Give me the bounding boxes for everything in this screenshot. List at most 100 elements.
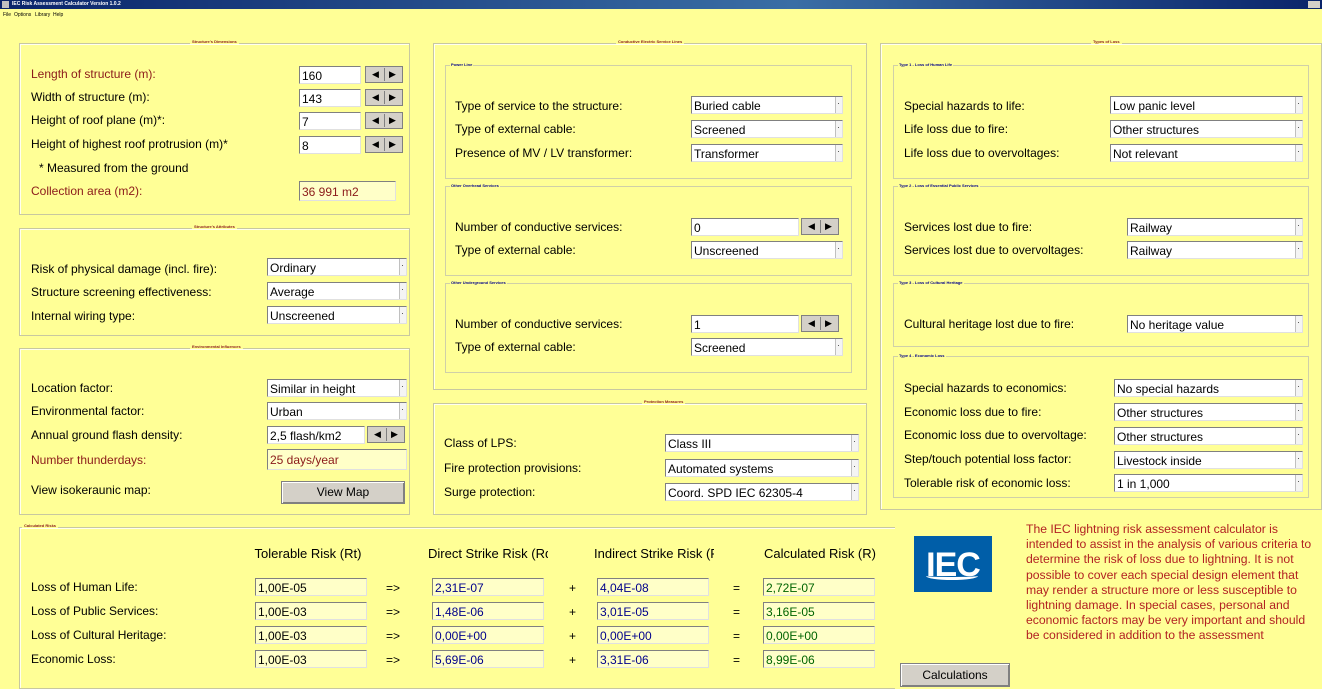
dropdown-arrow-icon[interactable] bbox=[851, 435, 858, 451]
ug-cable-value: Screened bbox=[694, 341, 746, 355]
lps-select[interactable]: Class III bbox=[665, 434, 859, 452]
calculated-risk-value: 8,99E-06 bbox=[763, 650, 875, 668]
oh-count-spinner[interactable]: ◀ ▶ bbox=[801, 218, 839, 235]
dropdown-arrow-icon[interactable] bbox=[1295, 428, 1302, 444]
arrow-operator: => bbox=[386, 605, 401, 619]
life-fire-select[interactable]: Other structures bbox=[1110, 120, 1303, 138]
ug-cable-select[interactable]: Screened bbox=[691, 338, 843, 356]
right-arrow-icon[interactable]: ▶ bbox=[384, 138, 401, 151]
length-spinner[interactable]: ◀ ▶ bbox=[365, 66, 403, 83]
equals-operator: = bbox=[733, 581, 741, 595]
direct-risk-value: 0,00E+00 bbox=[432, 626, 544, 644]
dropdown-arrow-icon[interactable] bbox=[1295, 452, 1302, 468]
ug-count-input[interactable]: 1 bbox=[691, 315, 799, 333]
dropdown-arrow-icon[interactable] bbox=[1295, 97, 1302, 113]
plus-operator: + bbox=[569, 653, 577, 667]
service-type-select[interactable]: Buried cable bbox=[691, 96, 843, 114]
left-arrow-icon[interactable]: ◀ bbox=[367, 114, 385, 127]
header-direct: Direct Strike Risk (Rd) bbox=[428, 546, 548, 561]
menu-options[interactable]: Options bbox=[14, 12, 31, 18]
indirect-risk-value: 3,01E-05 bbox=[597, 602, 709, 620]
eco-ov-select[interactable]: Other structures bbox=[1114, 427, 1303, 445]
svc-ov-select[interactable]: Railway bbox=[1127, 241, 1303, 259]
fire-protection-select[interactable]: Automated systems bbox=[665, 459, 859, 477]
right-arrow-icon[interactable]: ▶ bbox=[386, 428, 403, 441]
oh-count-input[interactable]: 0 bbox=[691, 218, 799, 236]
dropdown-arrow-icon[interactable] bbox=[1295, 219, 1302, 235]
menu-help[interactable]: Help bbox=[53, 12, 63, 18]
dropdown-arrow-icon[interactable] bbox=[851, 460, 858, 476]
dropdown-arrow-icon[interactable] bbox=[835, 242, 842, 258]
roof-height-input[interactable]: 7 bbox=[299, 112, 361, 130]
left-arrow-icon[interactable]: ◀ bbox=[803, 317, 821, 330]
view-map-button[interactable]: View Map bbox=[281, 481, 405, 504]
width-spinner[interactable]: ◀ ▶ bbox=[365, 89, 403, 106]
close-button[interactable] bbox=[1308, 1, 1320, 8]
step-touch-select[interactable]: Livestock inside bbox=[1114, 451, 1303, 469]
left-arrow-icon[interactable]: ◀ bbox=[367, 68, 385, 81]
eco-hazards-select[interactable]: No special hazards bbox=[1114, 379, 1303, 397]
ug-cable-label: Type of external cable: bbox=[455, 340, 576, 354]
length-input[interactable]: 160 bbox=[299, 66, 361, 84]
dropdown-arrow-icon[interactable] bbox=[1295, 121, 1302, 137]
ug-count-spinner[interactable]: ◀ ▶ bbox=[801, 315, 839, 332]
right-arrow-icon[interactable]: ▶ bbox=[820, 220, 837, 233]
dropdown-arrow-icon[interactable] bbox=[835, 145, 842, 161]
dropdown-arrow-icon[interactable] bbox=[399, 307, 406, 323]
flash-density-spinner[interactable]: ◀ ▶ bbox=[367, 426, 405, 443]
left-arrow-icon[interactable]: ◀ bbox=[367, 138, 385, 151]
risk-damage-select[interactable]: Ordinary bbox=[267, 258, 407, 276]
left-arrow-icon[interactable]: ◀ bbox=[369, 428, 387, 441]
dropdown-arrow-icon[interactable] bbox=[399, 380, 406, 396]
oh-cable-select[interactable]: Unscreened bbox=[691, 241, 843, 259]
screening-select[interactable]: Average bbox=[267, 282, 407, 300]
width-input[interactable]: 143 bbox=[299, 89, 361, 107]
dropdown-arrow-icon[interactable] bbox=[1295, 380, 1302, 396]
heritage-value: No heritage value bbox=[1130, 318, 1225, 332]
dropdown-arrow-icon[interactable] bbox=[835, 121, 842, 137]
dropdown-arrow-icon[interactable] bbox=[1295, 404, 1302, 420]
protrusion-spinner[interactable]: ◀ ▶ bbox=[365, 136, 403, 153]
tolerable-risk-value: 1,00E-03 bbox=[255, 602, 367, 620]
dropdown-arrow-icon[interactable] bbox=[835, 97, 842, 113]
equals-operator: = bbox=[733, 629, 741, 643]
dropdown-arrow-icon[interactable] bbox=[1295, 242, 1302, 258]
menu-library[interactable]: Library bbox=[35, 12, 50, 18]
right-arrow-icon[interactable]: ▶ bbox=[384, 114, 401, 127]
dropdown-arrow-icon[interactable] bbox=[399, 283, 406, 299]
header-indirect: Indirect Strike Risk (Ri) bbox=[594, 546, 714, 561]
surge-select[interactable]: Coord. SPD IEC 62305-4 bbox=[665, 483, 859, 501]
left-arrow-icon[interactable]: ◀ bbox=[367, 91, 385, 104]
dropdown-arrow-icon[interactable] bbox=[851, 484, 858, 500]
location-select[interactable]: Similar in height bbox=[267, 379, 407, 397]
dropdown-arrow-icon[interactable] bbox=[835, 339, 842, 355]
tolerable-eco-select[interactable]: 1 in 1,000 bbox=[1114, 474, 1303, 492]
calculations-button[interactable]: Calculations bbox=[900, 663, 1010, 687]
dropdown-arrow-icon[interactable] bbox=[399, 403, 406, 419]
roof-height-spinner[interactable]: ◀ ▶ bbox=[365, 112, 403, 129]
right-arrow-icon[interactable]: ▶ bbox=[384, 91, 401, 104]
app-icon bbox=[2, 1, 9, 8]
eco-hazards-label: Special hazards to economics: bbox=[904, 381, 1067, 395]
heritage-select[interactable]: No heritage value bbox=[1127, 315, 1303, 333]
right-arrow-icon[interactable]: ▶ bbox=[820, 317, 837, 330]
eco-fire-select[interactable]: Other structures bbox=[1114, 403, 1303, 421]
wiring-select[interactable]: Unscreened bbox=[267, 306, 407, 324]
env-factor-select[interactable]: Urban bbox=[267, 402, 407, 420]
dropdown-arrow-icon[interactable] bbox=[1295, 316, 1302, 332]
eco-ov-label: Economic loss due to overvoltage: bbox=[904, 428, 1087, 442]
collection-area-value: 36 991 m2 bbox=[299, 181, 396, 201]
flash-density-input[interactable]: 2,5 flash/km2 bbox=[267, 426, 365, 444]
left-arrow-icon[interactable]: ◀ bbox=[803, 220, 821, 233]
right-arrow-icon[interactable]: ▶ bbox=[384, 68, 401, 81]
dropdown-arrow-icon[interactable] bbox=[1295, 145, 1302, 161]
transformer-select[interactable]: Transformer bbox=[691, 144, 843, 162]
dropdown-arrow-icon[interactable] bbox=[399, 259, 406, 275]
ext-cable-select[interactable]: Screened bbox=[691, 120, 843, 138]
life-ov-select[interactable]: Not relevant bbox=[1110, 144, 1303, 162]
hazards-life-select[interactable]: Low panic level bbox=[1110, 96, 1303, 114]
menu-file[interactable]: File bbox=[3, 12, 11, 18]
svc-fire-select[interactable]: Railway bbox=[1127, 218, 1303, 236]
dropdown-arrow-icon[interactable] bbox=[1295, 475, 1302, 491]
protrusion-input[interactable]: 8 bbox=[299, 136, 361, 154]
